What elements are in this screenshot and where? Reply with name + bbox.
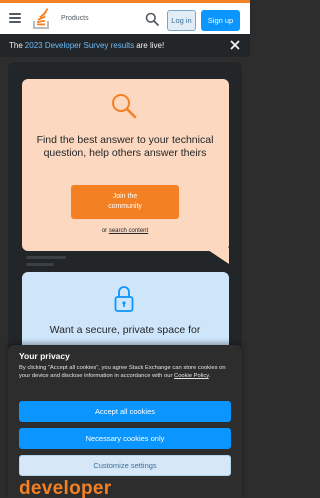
join-label-line1: Join the (112, 193, 138, 200)
lock-icon (114, 286, 134, 312)
magnifier-icon (112, 94, 137, 119)
banner-prefix: The (9, 41, 23, 50)
consent-title: Your privacy (19, 351, 70, 361)
background-developer-text: developer (19, 478, 112, 498)
login-button[interactable]: Log in (167, 10, 196, 31)
placeholder-line (26, 256, 66, 259)
search-content-link[interactable]: search content (109, 228, 148, 234)
community-card-tail (205, 248, 229, 264)
close-icon[interactable] (230, 40, 240, 50)
join-label-line2: community (108, 203, 142, 210)
community-card-title: Find the best answer to your technical q… (36, 134, 214, 159)
cookie-policy-link[interactable]: Cookie Policy (174, 373, 209, 379)
placeholder-line (26, 263, 54, 266)
search-icon[interactable] (145, 12, 159, 26)
or-search-line: or search content (0, 228, 250, 234)
hamburger-icon[interactable] (9, 13, 21, 23)
accept-all-cookies-button[interactable]: Accept all cookies (19, 401, 231, 422)
necessary-cookies-button[interactable]: Necessary cookies only (19, 428, 231, 449)
join-community-button[interactable]: Join the community (71, 185, 179, 219)
consent-period: . (208, 373, 211, 379)
survey-results-link[interactable]: 2023 Developer Survey results (25, 41, 134, 50)
stackoverflow-logo[interactable] (32, 8, 52, 30)
consent-body: By clicking “Accept all cookies”, you ag… (19, 364, 234, 380)
banner-suffix: are live! (136, 41, 165, 50)
teams-card-title: Want a secure, private space for (49, 324, 201, 336)
announcement-banner: The 2023 Developer Survey results are li… (0, 34, 250, 57)
products-link[interactable]: Products (61, 15, 89, 22)
top-bar: Products Log in Sign up (0, 0, 250, 34)
or-text: or (101, 228, 108, 234)
signup-button[interactable]: Sign up (201, 10, 240, 31)
customize-settings-button[interactable]: Customize settings (19, 455, 231, 476)
